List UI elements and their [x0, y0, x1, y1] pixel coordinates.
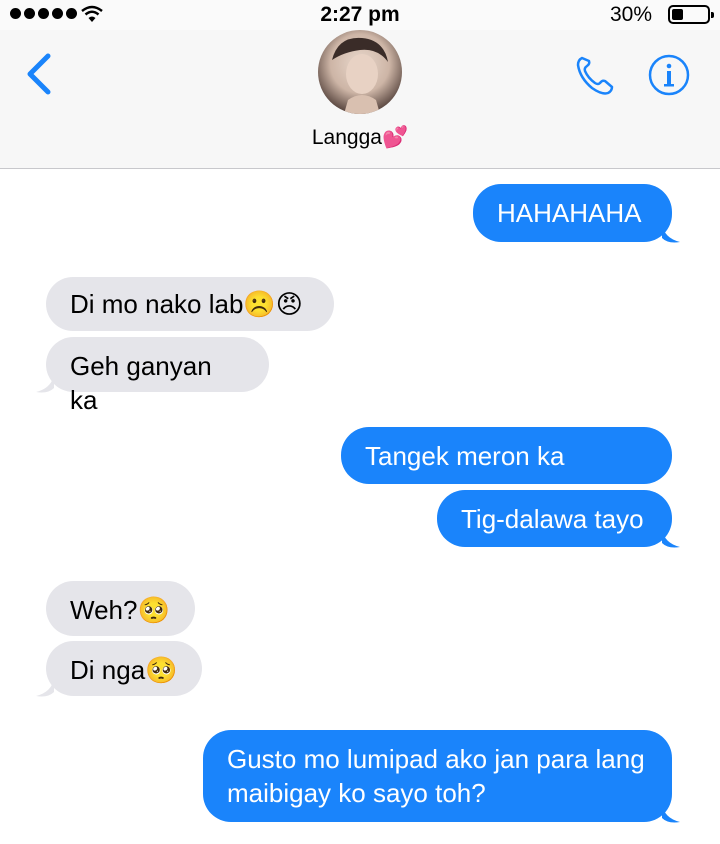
- battery-percentage: 30%: [609, 3, 652, 26]
- conversation-header: Langga💕: [0, 30, 720, 169]
- status-bar: 2:27 pm 30%: [0, 0, 720, 30]
- bubble-tail: [662, 804, 680, 823]
- bubble-tail: [662, 529, 680, 548]
- message-bubble-outgoing[interactable]: HAHAHAHA: [473, 184, 672, 242]
- info-icon[interactable]: [648, 54, 690, 96]
- battery-icon: [668, 5, 714, 24]
- contact-name[interactable]: Langga💕: [0, 126, 720, 150]
- bubble-tail: [36, 678, 54, 697]
- bubble-tail: [36, 374, 54, 393]
- message-bubble-outgoing[interactable]: Tangek meron ka naman: [341, 427, 672, 505]
- bubble-tail: [662, 224, 680, 243]
- phone-call-icon[interactable]: [572, 52, 618, 98]
- message-bubble-incoming[interactable]: Weh?🥺: [46, 581, 195, 636]
- message-bubble-outgoing[interactable]: Gusto mo lumipad ako jan para lang maibi…: [203, 730, 672, 822]
- contact-avatar[interactable]: [318, 30, 402, 114]
- back-chevron-icon[interactable]: [22, 52, 62, 96]
- message-bubble-incoming[interactable]: Di mo nako lab☹️😠: [46, 277, 334, 331]
- message-bubble-incoming[interactable]: Geh ganyan ka: [46, 337, 269, 415]
- message-bubble-outgoing[interactable]: Tig-dalawa tayo: [437, 490, 672, 547]
- message-bubble-incoming[interactable]: Di nga🥺: [46, 641, 202, 696]
